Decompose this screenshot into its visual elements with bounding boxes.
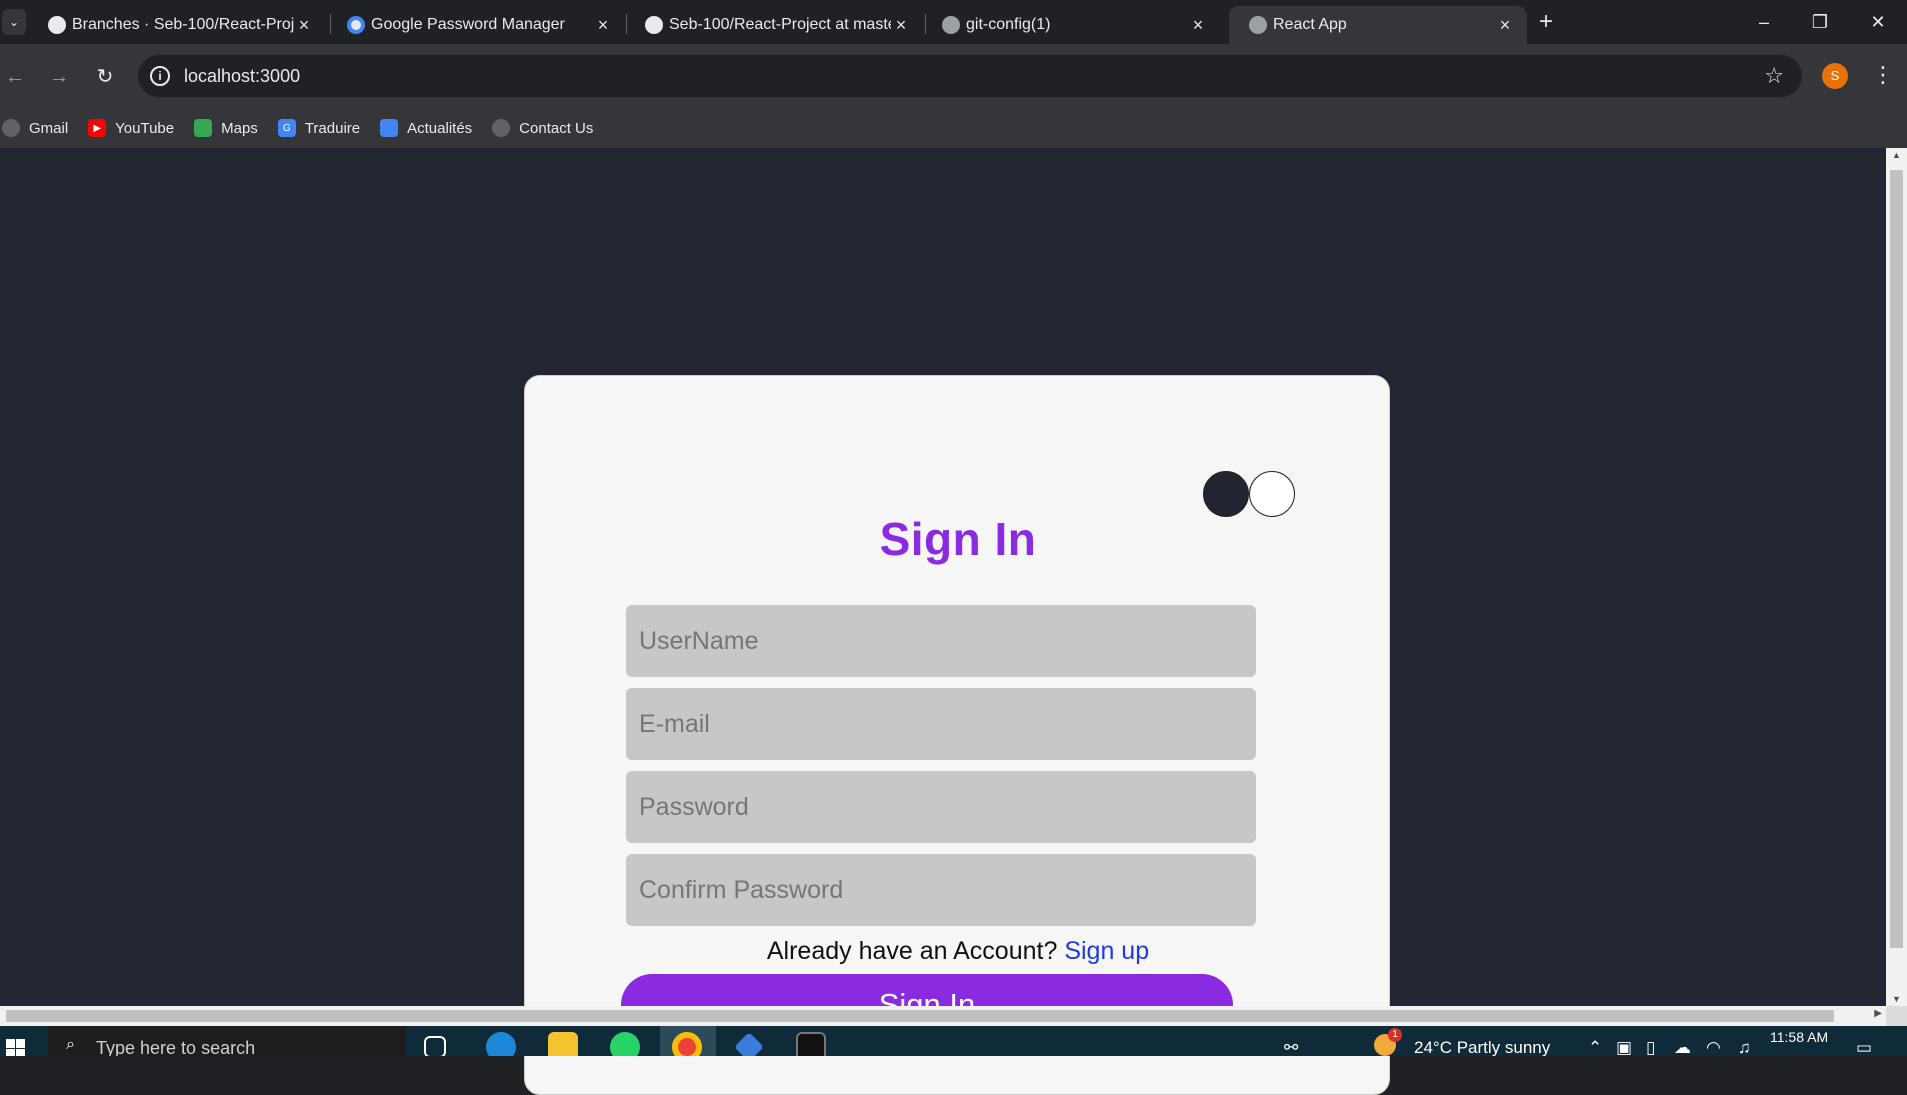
chevron-down-icon: ⌄ xyxy=(8,15,20,29)
volume-icon[interactable]: ♫ xyxy=(1738,1038,1751,1056)
news-icon xyxy=(380,119,399,137)
scroll-down-icon[interactable]: ▼ xyxy=(1890,994,1903,1004)
tab-git-config[interactable]: git-config(1) × xyxy=(922,6,1220,44)
search-icon: ⌕ xyxy=(66,1036,75,1053)
restore-icon[interactable]: ❐ xyxy=(1792,6,1848,38)
email-input[interactable] xyxy=(626,688,1256,760)
task-view-icon[interactable] xyxy=(424,1036,446,1056)
bookmark-gmail[interactable]: Gmail xyxy=(2,113,78,143)
dark-theme-dot[interactable] xyxy=(1203,471,1249,517)
terminal-icon[interactable] xyxy=(796,1032,826,1056)
new-tab-button[interactable]: + xyxy=(1532,8,1560,36)
globe-icon xyxy=(2,119,20,137)
close-icon[interactable]: × xyxy=(891,15,911,36)
notification-badge: 1 xyxy=(1388,1028,1402,1042)
back-icon[interactable]: ← xyxy=(0,62,30,92)
confirm-password-input[interactable] xyxy=(626,854,1256,926)
github-icon xyxy=(48,16,66,34)
horizontal-scrollbar[interactable]: ▶ xyxy=(0,1006,1886,1026)
chrome-icon[interactable] xyxy=(672,1032,702,1056)
google-password-manager-icon xyxy=(347,16,365,34)
bookmark-star-icon[interactable]: ☆ xyxy=(1764,63,1784,89)
reload-icon[interactable]: ↻ xyxy=(90,62,120,92)
tab-strip: ⌄ Branches · Seb-100/React-Proje × Googl… xyxy=(0,0,1907,44)
taskbar-search[interactable]: ⌕ Type here to search xyxy=(48,1026,406,1056)
tab-react-app[interactable]: React App × xyxy=(1229,6,1527,44)
tab-repo[interactable]: Seb-100/React-Project at maste × xyxy=(625,6,923,44)
globe-icon xyxy=(1249,16,1267,34)
close-icon[interactable]: × xyxy=(1188,15,1208,36)
bookmark-youtube[interactable]: ▶ YouTube xyxy=(88,113,184,143)
tray-app-icon[interactable]: ▣ xyxy=(1616,1038,1632,1056)
scroll-up-icon[interactable]: ▲ xyxy=(1890,150,1903,160)
youtube-icon: ▶ xyxy=(88,119,107,137)
file-explorer-icon[interactable] xyxy=(548,1032,578,1056)
bookmark-traduire[interactable]: G Traduire xyxy=(277,113,370,143)
signin-title: Sign In xyxy=(879,513,1037,565)
action-center-icon[interactable]: ▭ xyxy=(1856,1038,1872,1056)
already-account-text: Already have an Account? Sign up xyxy=(766,937,1150,965)
vertical-scrollbar[interactable]: ▲ ▼ xyxy=(1886,148,1907,1006)
tray-device-icon[interactable]: ▯ xyxy=(1646,1038,1655,1056)
weather-text[interactable]: 24°C Partly sunny xyxy=(1414,1038,1550,1056)
clock[interactable]: 11:58 AM xyxy=(1770,1029,1828,1045)
address-bar[interactable]: i localhost:3000 ☆ xyxy=(138,55,1802,97)
light-theme-dot[interactable] xyxy=(1249,471,1295,517)
windows-start-icon[interactable] xyxy=(6,1039,26,1056)
minimize-icon[interactable]: – xyxy=(1736,6,1792,38)
vscode-icon[interactable] xyxy=(734,1032,764,1056)
signin-card: Sign In Already have an Account? Sign up… xyxy=(524,375,1390,1095)
bookmarks-bar: Gmail ▶ YouTube Maps G Traduire Actualit… xyxy=(0,108,1907,148)
more-menu-icon[interactable]: ⋮ xyxy=(1872,60,1894,90)
maps-icon xyxy=(194,119,213,137)
username-input[interactable] xyxy=(626,605,1256,677)
people-icon[interactable]: ⚯ xyxy=(1284,1038,1298,1056)
profile-avatar[interactable]: S xyxy=(1822,63,1848,89)
password-input[interactable] xyxy=(626,771,1256,843)
translate-icon: G xyxy=(277,119,296,137)
tray-chevron-icon[interactable]: ⌃ xyxy=(1588,1038,1602,1056)
windows-taskbar: ⌕ Type here to search ⚯ 1 24°C Partly su… xyxy=(0,1026,1907,1056)
github-icon xyxy=(645,16,663,34)
tab-branches[interactable]: Branches · Seb-100/React-Proje × xyxy=(28,6,326,44)
scroll-right-icon[interactable]: ▶ xyxy=(1874,1008,1882,1019)
page-viewport: Sign In Already have an Account? Sign up… xyxy=(0,148,1886,1095)
wifi-icon[interactable]: ◠ xyxy=(1706,1038,1721,1056)
bookmark-contact-us[interactable]: Contact Us xyxy=(492,113,603,143)
site-info-icon[interactable]: i xyxy=(150,66,170,86)
bookmark-maps[interactable]: Maps xyxy=(194,113,268,143)
bookmark-actualites[interactable]: Actualités xyxy=(380,113,482,143)
tray-cloud-icon[interactable]: ☁ xyxy=(1674,1038,1691,1056)
close-icon[interactable]: × xyxy=(593,15,613,36)
window-close-icon[interactable]: ✕ xyxy=(1850,6,1906,38)
tab-search-button[interactable]: ⌄ xyxy=(2,9,26,35)
whatsapp-icon[interactable] xyxy=(610,1032,640,1056)
forward-icon[interactable]: → xyxy=(44,62,74,92)
tab-password-manager[interactable]: Google Password Manager × xyxy=(327,6,625,44)
close-icon[interactable]: × xyxy=(294,15,314,36)
globe-icon xyxy=(942,16,960,34)
signup-link[interactable]: Sign up xyxy=(1064,937,1149,965)
address-text: localhost:3000 xyxy=(184,65,301,86)
scrollbar-corner xyxy=(1886,1006,1907,1026)
scrollbar-thumb[interactable] xyxy=(1890,170,1903,948)
globe-icon xyxy=(492,119,511,137)
edge-icon[interactable] xyxy=(486,1032,516,1056)
close-icon[interactable]: × xyxy=(1495,15,1515,36)
scrollbar-thumb[interactable] xyxy=(6,1010,1834,1022)
